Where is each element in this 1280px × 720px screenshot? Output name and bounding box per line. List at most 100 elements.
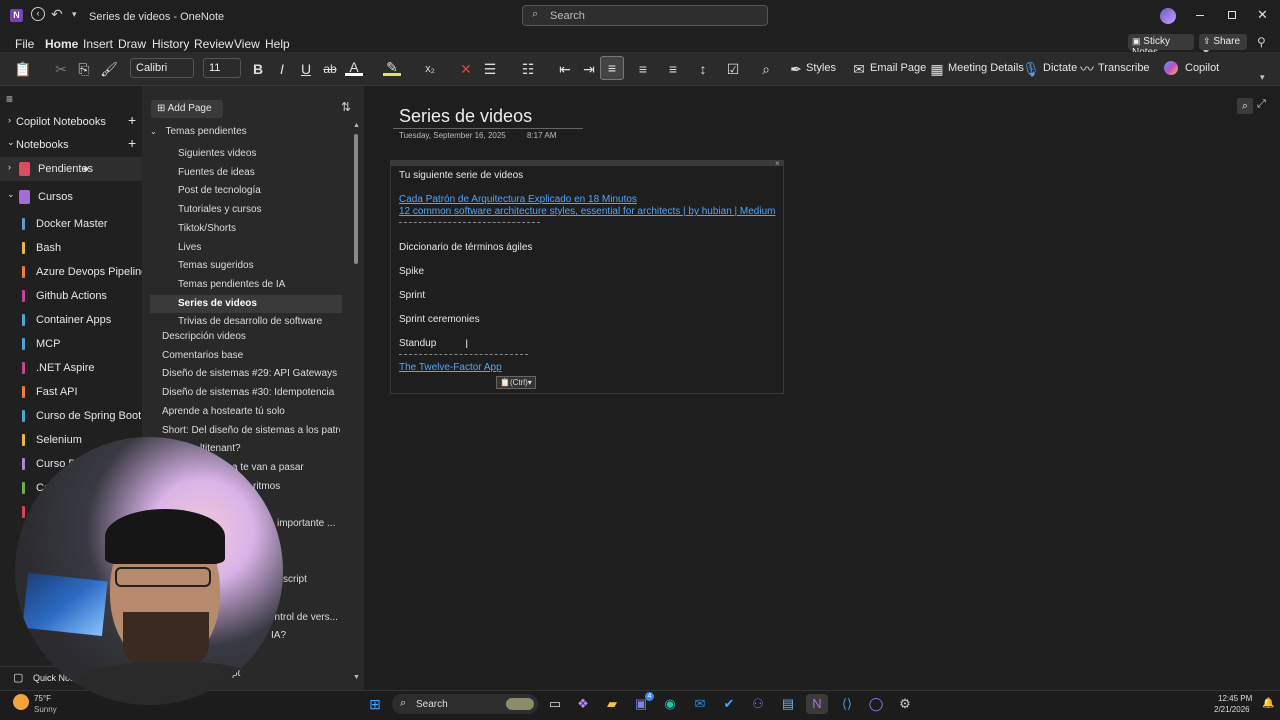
menu-review[interactable]: Review (194, 37, 233, 51)
menu-home[interactable]: Home (45, 37, 79, 55)
microphone-icon[interactable]: 🎙 (1022, 60, 1040, 78)
page-item[interactable]: Lives (150, 239, 342, 257)
paste-icon[interactable]: 📋 (14, 60, 32, 78)
font-select[interactable]: Calibri (130, 58, 194, 78)
todo-icon[interactable]: ✔ (718, 694, 740, 714)
section-item[interactable]: Curso de Spring Boot (0, 405, 142, 427)
outlook-icon[interactable]: ✉ (689, 694, 711, 714)
edge-icon[interactable]: ◉ (659, 694, 681, 714)
page-item-active[interactable]: Series de videos (150, 294, 342, 313)
share-button[interactable]: ⇪ Share (1199, 34, 1247, 55)
numbering-icon[interactable]: ☷ (519, 60, 537, 78)
avatar[interactable] (1160, 8, 1176, 24)
increase-indent-icon[interactable]: ⇥ (580, 60, 598, 78)
expand-icon[interactable]: ⤢ (1257, 98, 1266, 111)
page-title[interactable]: Series de videos (399, 106, 532, 127)
onenote-taskbar-icon[interactable]: N (806, 694, 828, 714)
section-item[interactable]: Bash (0, 237, 142, 259)
page-item[interactable]: Aprende a hostearte tú solo (162, 406, 340, 424)
strikethrough-icon[interactable]: ab (321, 60, 339, 78)
notebook-pendientes[interactable]: › Pendientes (0, 157, 142, 181)
link-twelve-factor[interactable]: The Twelve-Factor App (399, 362, 502, 373)
search-box[interactable]: ⌕ Search (522, 5, 768, 26)
highlight-icon[interactable]: ✎ (383, 60, 401, 76)
scrollbar-track[interactable]: ▲ ▼ (353, 122, 360, 682)
taskbar-date[interactable]: 2/21/2026 (1214, 705, 1250, 714)
menu-draw[interactable]: Draw (118, 37, 146, 51)
task-view-icon[interactable]: ▭ (544, 694, 566, 714)
tag-icon[interactable]: ☑ (724, 60, 742, 78)
copy-icon[interactable]: ⎘ (75, 60, 93, 78)
link-software-architecture-styles[interactable]: 12 common software architecture styles, … (399, 206, 775, 217)
section-item[interactable]: Container Apps (0, 309, 142, 331)
menu-insert[interactable]: Insert (83, 37, 113, 51)
section-item[interactable]: .NET Aspire (0, 357, 142, 379)
customize-quick-access-icon[interactable]: ▾ (72, 9, 77, 20)
page-item[interactable]: Tutoriales y cursos (150, 201, 342, 219)
add-icon[interactable]: + (128, 135, 136, 151)
section-item[interactable]: Azure Devops Pipelines (0, 261, 153, 283)
align-left-button[interactable]: ≡ (600, 56, 624, 80)
section-item[interactable]: Github Actions (0, 285, 142, 307)
find-tags-icon[interactable]: ⌕ (757, 60, 775, 78)
underline-icon[interactable]: U (297, 60, 315, 78)
undo-icon[interactable]: ↶ (51, 6, 63, 23)
scroll-up-icon[interactable]: ▲ (353, 122, 360, 129)
email-page-button[interactable]: Email Page (870, 62, 926, 74)
menu-file[interactable]: File (15, 37, 34, 51)
subscript-icon[interactable]: x₂ (421, 60, 439, 78)
add-page-button[interactable]: ⊞ Add Page (151, 100, 223, 118)
pin-icon[interactable]: ⚲ (1257, 35, 1266, 49)
sticky-notes-button[interactable]: ▣ Sticky Notes (1128, 34, 1194, 58)
paste-options-button[interactable]: 📋(Ctrl)▾ (496, 376, 536, 389)
weather-icon[interactable] (13, 694, 29, 710)
page-item-partial[interactable]: script (283, 574, 363, 592)
taskbar-search[interactable]: ⌕ Search (392, 694, 538, 714)
scrollbar-thumb[interactable] (354, 134, 358, 264)
styles-icon[interactable]: ✒ (787, 60, 805, 78)
search-canvas-icon[interactable]: ⌕ (1237, 98, 1253, 114)
meeting-details-button[interactable]: Meeting Details (948, 62, 1024, 74)
notebooks-row[interactable]: ⌄ Notebooks + (0, 134, 142, 156)
dictate-button[interactable]: Dictate (1043, 62, 1077, 74)
page-item-partial[interactable]: IA? (271, 630, 351, 648)
page-item-partial[interactable]: ritmos (253, 481, 333, 499)
page-group-temas-pendientes[interactable]: ⌄ Temas pendientes (150, 126, 340, 144)
font-size-select[interactable]: 11 (203, 58, 241, 78)
page-item[interactable]: Diseño de sistemas #30: Idempotencia (162, 387, 340, 405)
copilot-taskbar-icon[interactable]: ❖ (572, 694, 594, 714)
weather-temp[interactable]: 75°F (34, 694, 51, 703)
add-icon[interactable]: + (128, 112, 136, 128)
align-right-icon[interactable]: ≡ (664, 60, 682, 78)
container-close-icon[interactable]: × (775, 159, 780, 168)
close-icon[interactable]: ✕ (1257, 7, 1268, 23)
link-architecture-patterns[interactable]: Cada Patrón de Arquitectura Explicado en… (399, 194, 637, 205)
email-icon[interactable]: ✉ (850, 60, 868, 78)
align-center-icon[interactable]: ≡ (634, 60, 652, 78)
section-item[interactable]: Docker Master (0, 213, 142, 235)
sort-icon[interactable]: ⇅ (341, 100, 351, 114)
page-item[interactable]: Temas pendientes de IA (150, 276, 342, 294)
page-item[interactable]: Tiktok/Shorts (150, 220, 342, 238)
format-painter-icon[interactable]: 🖌 (100, 60, 118, 78)
page-item-partial[interactable]: ontrol de vers... (269, 612, 349, 630)
container-handle[interactable] (391, 161, 783, 166)
page-item[interactable]: Trivias de desarrollo de software (150, 313, 342, 331)
section-item[interactable]: Fast API (0, 381, 142, 403)
transcribe-button[interactable]: Transcribe (1098, 62, 1150, 74)
copilot-notebooks-row[interactable]: › Copilot Notebooks + (0, 111, 142, 133)
font-color-icon[interactable]: A (345, 60, 363, 76)
file-explorer-icon[interactable]: ▰ (601, 694, 623, 714)
page-item[interactable]: Siguientes videos (150, 145, 342, 163)
page-item[interactable]: Temas sugeridos (150, 257, 342, 275)
page-item[interactable]: Diseño de sistemas #29: API Gateways (162, 368, 340, 386)
back-icon[interactable]: ‹ (31, 7, 45, 21)
meeting-icon[interactable]: ▦ (928, 60, 946, 78)
start-icon[interactable]: ⊞ (364, 694, 386, 714)
teams-classic-icon[interactable]: ⚇ (747, 694, 769, 714)
page-item[interactable]: Descripción videos (162, 331, 340, 349)
ribbon-collapse-icon[interactable]: ▾ (1260, 72, 1265, 83)
menu-history[interactable]: History (152, 37, 189, 51)
page-item[interactable]: Fuentes de ideas (150, 164, 342, 182)
decrease-indent-icon[interactable]: ⇤ (556, 60, 574, 78)
